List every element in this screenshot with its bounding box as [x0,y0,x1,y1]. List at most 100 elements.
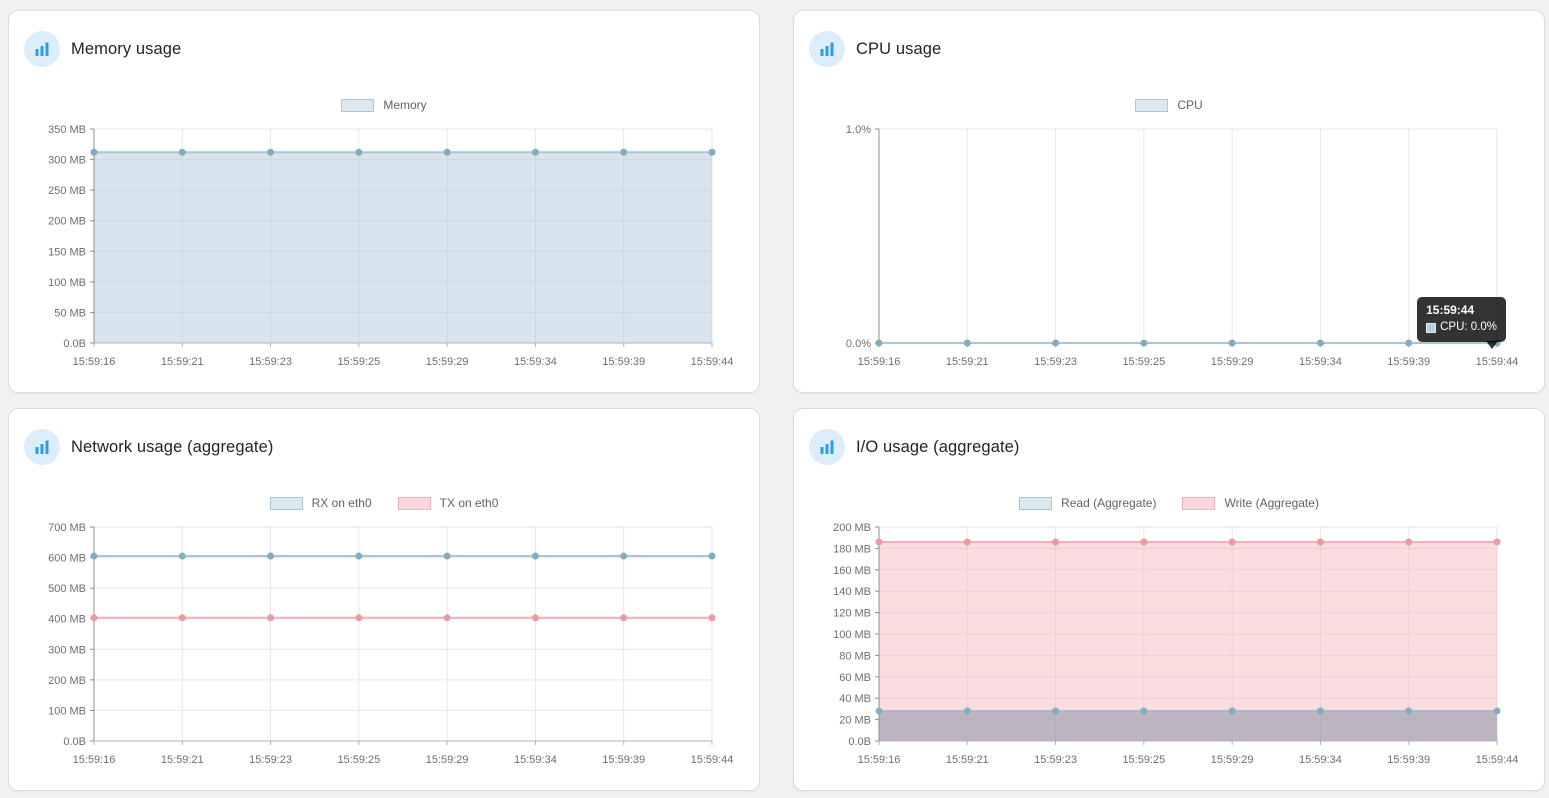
legend-label: RX on eth0 [311,496,372,510]
io-chart-legend: Read (Aggregate) Write (Aggregate) [794,489,1544,517]
svg-text:15:59:16: 15:59:16 [73,356,116,368]
tooltip-time: 15:59:44 [1426,303,1475,317]
svg-text:50 MB: 50 MB [54,307,86,319]
legend-swatch [269,496,303,510]
legend-swatch [1135,98,1169,112]
x-axis-labels: 15:59:16 15:59:21 15:59:23 15:59:25 15:59:29… [73,356,734,368]
network-usage-card: Network usage (aggregate) RX on eth0 TX o… [8,408,760,791]
legend-label: TX on eth0 [439,496,499,510]
card-header: Network usage (aggregate) [9,409,759,465]
svg-text:200 MB: 200 MB [48,216,86,228]
x-axis-labels: 15:59:16 15:59:21 15:59:23 15:59:25 15:59:29… [858,754,1519,766]
svg-text:150 MB: 150 MB [48,246,86,258]
memory-usage-title: Memory usage [71,39,182,58]
svg-text:15:59:44: 15:59:44 [1476,754,1519,766]
svg-text:100 MB: 100 MB [48,277,86,289]
y-axis-labels: 0.0% 1.0% [846,124,871,350]
gridlines [93,526,713,741]
svg-text:0.0B: 0.0B [848,736,871,748]
svg-text:15:59:23: 15:59:23 [1034,356,1077,368]
bar-chart-icon [24,31,60,67]
network-usage-title: Network usage (aggregate) [71,437,274,456]
svg-text:15:59:23: 15:59:23 [249,356,292,368]
tooltip-row: CPU: 0.0% [1426,320,1497,336]
bar-chart-icon [24,429,60,465]
cpu-chart-area: CPU 0.0% 1.0% 15:59:16 15:59:21 15:59:23 15:5… [794,91,1544,381]
memory-chart-legend: Memory [9,91,759,119]
svg-text:300 MB: 300 MB [48,644,86,656]
svg-text:120 MB: 120 MB [833,608,871,620]
legend-label: Memory [383,98,427,112]
svg-text:300 MB: 300 MB [48,155,86,167]
svg-text:15:59:34: 15:59:34 [514,754,557,766]
svg-text:15:59:16: 15:59:16 [858,754,901,766]
svg-text:15:59:25: 15:59:25 [1122,356,1165,368]
gridlines [878,128,1498,343]
svg-text:180 MB: 180 MB [833,543,871,555]
series-areas [94,152,712,343]
network-chart-area: RX on eth0 TX on eth0 0.0B 100 MB 200 MB 300… [9,489,759,779]
legend-item-cpu[interactable]: CPU [1135,98,1203,112]
memory-usage-chart[interactable]: 0.0B 50 MB 100 MB 150 MB 200 MB 250 MB 300 MB 3… [9,119,759,381]
y-axis-labels: 0.0B 50 MB 100 MB 150 MB 200 MB 250 MB 300 MB 3… [48,124,86,350]
svg-text:15:59:25: 15:59:25 [1122,754,1165,766]
io-chart-area: Read (Aggregate) Write (Aggregate) 0.0B 20… [794,489,1544,779]
svg-text:0.0%: 0.0% [846,338,871,350]
legend-item-rx-on-eth0[interactable]: RX on eth0 [269,496,372,510]
legend-item-memory[interactable]: Memory [341,98,427,112]
data-points [90,552,716,622]
svg-text:60 MB: 60 MB [839,672,871,684]
cpu-usage-card: CPU usage CPU 0.0% 1.0% 15:59:16 15:59:21 15… [793,10,1545,393]
svg-text:15:59:16: 15:59:16 [73,754,116,766]
svg-text:600 MB: 600 MB [48,553,86,565]
legend-item-write-aggregate[interactable]: Write (Aggregate) [1182,496,1319,510]
svg-text:100 MB: 100 MB [48,705,86,717]
svg-text:350 MB: 350 MB [48,124,86,136]
bar-chart-icon [809,31,845,67]
svg-text:1.0%: 1.0% [846,124,871,136]
legend-swatch [1182,496,1216,510]
legend-swatch [397,496,431,510]
y-axis-labels: 0.0B 20 MB 40 MB 60 MB 80 MB 100 MB 120 MB 140 … [833,522,871,748]
card-header: I/O usage (aggregate) [794,409,1544,465]
io-usage-chart[interactable]: 0.0B 20 MB 40 MB 60 MB 80 MB 100 MB 120 MB 140 … [794,517,1544,779]
svg-text:20 MB: 20 MB [839,715,871,727]
svg-text:15:59:39: 15:59:39 [1387,754,1430,766]
svg-text:15:59:23: 15:59:23 [1034,754,1077,766]
svg-text:140 MB: 140 MB [833,586,871,598]
svg-text:200 MB: 200 MB [48,675,86,687]
svg-text:15:59:29: 15:59:29 [1211,754,1254,766]
io-usage-card: I/O usage (aggregate) Read (Aggregate) Wr… [793,408,1545,791]
svg-text:15:59:29: 15:59:29 [426,356,469,368]
tooltip-caret-icon [1486,340,1498,349]
legend-item-read-aggregate[interactable]: Read (Aggregate) [1019,496,1156,510]
svg-text:15:59:16: 15:59:16 [858,356,901,368]
series-lines [94,555,712,619]
svg-text:700 MB: 700 MB [48,522,86,534]
svg-text:250 MB: 250 MB [48,185,86,197]
svg-text:160 MB: 160 MB [833,565,871,577]
x-axis-labels: 15:59:16 15:59:21 15:59:23 15:59:25 15:59:29… [858,356,1519,368]
x-axis-labels: 15:59:16 15:59:21 15:59:23 15:59:25 15:59:29… [73,754,734,766]
memory-usage-card: Memory usage Memory 0.0B 50 MB 100 MB 150 M… [8,10,760,393]
legend-swatch [341,98,375,112]
legend-item-tx-on-eth0[interactable]: TX on eth0 [397,496,499,510]
io-usage-title: I/O usage (aggregate) [856,437,1020,456]
network-usage-chart[interactable]: 0.0B 100 MB 200 MB 300 MB 400 MB 500 MB 600 MB… [9,517,759,779]
svg-text:15:59:34: 15:59:34 [1299,754,1342,766]
axes [875,128,1498,347]
tooltip-series-swatch [1426,322,1437,333]
chart-tooltip: 15:59:44 CPU: 0.0% [1417,297,1506,349]
dashboard-grid: Memory usage Memory 0.0B 50 MB 100 MB 150 M… [0,0,1549,798]
svg-text:40 MB: 40 MB [839,693,871,705]
svg-text:15:59:25: 15:59:25 [337,356,380,368]
legend-label: CPU [1177,98,1203,112]
legend-swatch [1019,496,1053,510]
legend-label: Read (Aggregate) [1061,496,1157,510]
svg-text:400 MB: 400 MB [48,614,86,626]
bar-chart-icon [809,429,845,465]
svg-text:15:59:34: 15:59:34 [514,356,557,368]
svg-text:0.0B: 0.0B [63,736,86,748]
svg-text:80 MB: 80 MB [839,650,871,662]
memory-chart-area: Memory 0.0B 50 MB 100 MB 150 MB 200 MB 250 MB… [9,91,759,381]
